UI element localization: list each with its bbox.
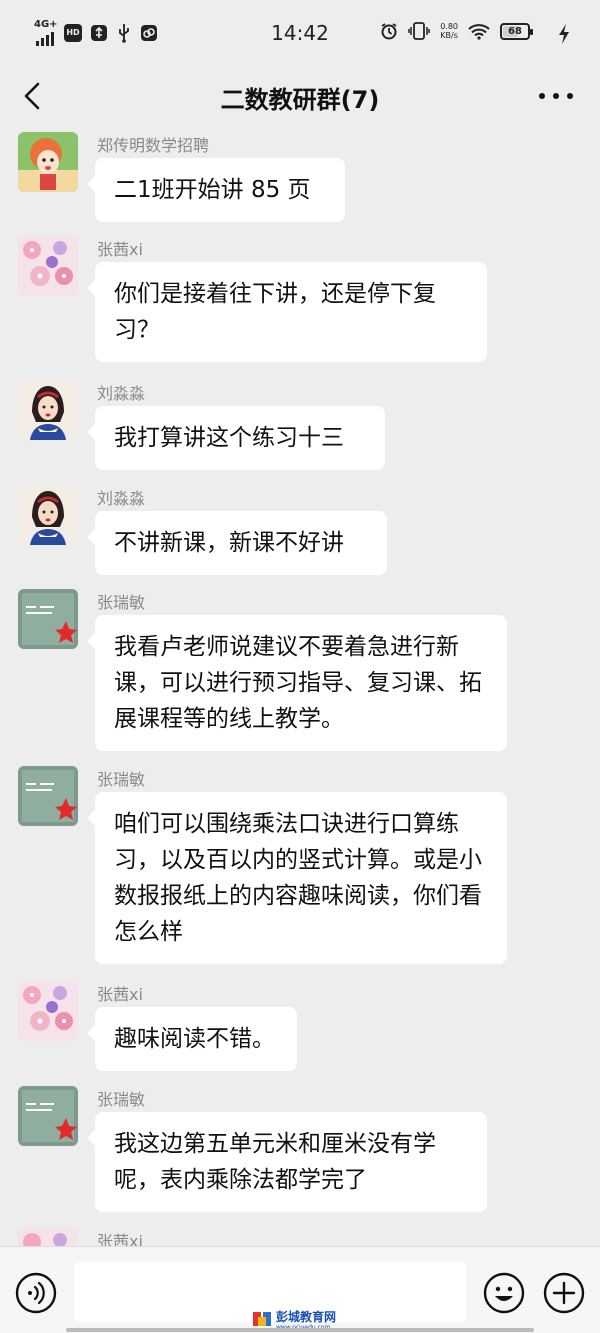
avatar-green-card[interactable] [18, 766, 78, 826]
vibrate-icon [408, 22, 430, 40]
sender-name: 张瑞敏 [97, 770, 146, 789]
message-text: 不讲新课，新课不好讲 [114, 530, 344, 556]
message-item: 张瑞敏 咱们可以围绕乘法口诀进行口算练习，以及百以内的竖式计算。或是小数报报纸上… [0, 760, 600, 970]
message-bubble[interactable]: 二1班开始讲 85 页 [87, 158, 345, 222]
sender-name: 刘淼淼 [97, 384, 146, 403]
sender-name: 张茜xi [97, 240, 143, 259]
net-speed-value: 0.80 [440, 22, 458, 31]
emoji-icon[interactable] [482, 1271, 526, 1315]
message-item: 张瑞敏 我这边第五单元米和厘米没有学呢，表内乘除法都学完了 [0, 1080, 600, 1220]
net-speed: 0.80 KB/s [440, 22, 458, 40]
message-bubble[interactable]: 不讲新课，新课不好讲 [87, 511, 387, 575]
message-text: 我这边第五单元米和厘米没有学呢，表内乘除法都学完了 [114, 1131, 436, 1193]
avatar-cartoon-girl[interactable] [18, 132, 78, 192]
avatar-pink-flowers[interactable] [18, 236, 78, 296]
status-bar: 4G+ HD 14:42 0.80 KB/s 68 [0, 0, 600, 68]
home-indicator [66, 1328, 534, 1332]
message-item: 张茜xi 你们是接着往下讲，还是停下复习？ [0, 230, 600, 362]
sender-name: 张茜xi [97, 1232, 143, 1246]
message-item: 刘淼淼 不讲新课，新课不好讲 [0, 479, 600, 579]
plus-icon[interactable] [542, 1271, 586, 1315]
alarm-icon [381, 23, 397, 40]
sender-name: 郑传明数学招聘 [97, 136, 210, 155]
message-bubble[interactable]: 我这边第五单元米和厘米没有学呢，表内乘除法都学完了 [87, 1112, 487, 1212]
message-item: 刘淼淼 我打算讲这个练习十三 [0, 374, 600, 474]
voice-icon[interactable] [14, 1271, 58, 1315]
battery-level: 68 [508, 25, 522, 37]
battery-icon: 68 [500, 22, 533, 40]
message-bubble[interactable]: 趣味阅读不错。 [87, 1007, 297, 1071]
message-item: 郑传明数学招聘 二1班开始讲 85 页 [0, 126, 600, 226]
avatar-snow-white[interactable] [18, 380, 78, 440]
sender-name: 张瑞敏 [97, 593, 146, 612]
avatar-pink-flowers[interactable] [18, 981, 78, 1041]
message-item: 张茜xi [0, 1222, 600, 1246]
avatar-green-card[interactable] [18, 1086, 78, 1146]
message-item: 张瑞敏 我看卢老师说建议不要着急进行新课，可以进行预习指导、复习课、拓展课程等的… [0, 583, 600, 753]
message-text: 二1班开始讲 85 页 [114, 177, 311, 203]
status-right: 0.80 KB/s 68 [380, 22, 533, 40]
message-text: 我看卢老师说建议不要着急进行新课，可以进行预习指导、复习课、拓展课程等的线上教学… [114, 634, 482, 732]
wifi-icon [468, 23, 490, 40]
avatar-pink-flowers[interactable] [18, 1228, 78, 1246]
message-text: 趣味阅读不错。 [114, 1026, 275, 1052]
message-text: 咱们可以围绕乘法口诀进行口算练习，以及百以内的竖式计算。或是小数报报纸上的内容趣… [114, 811, 482, 945]
avatar-snow-white[interactable] [18, 485, 78, 545]
sender-name: 张茜xi [97, 985, 143, 1004]
sender-name: 刘淼淼 [97, 489, 146, 508]
message-bubble[interactable]: 我看卢老师说建议不要着急进行新课，可以进行预习指导、复习课、拓展课程等的线上教学… [87, 615, 507, 751]
more-dots-icon[interactable] [534, 78, 578, 114]
message-bubble[interactable]: 咱们可以围绕乘法口诀进行口算练习，以及百以内的竖式计算。或是小数报报纸上的内容趣… [87, 792, 507, 964]
message-list[interactable]: 郑传明数学招聘 二1班开始讲 85 页 张茜xi 你们是接着往下讲，还是停下复习… [0, 126, 600, 1246]
sender-name: 张瑞敏 [97, 1090, 146, 1109]
watermark-text: 彭城教育网 [276, 1309, 337, 1324]
message-text: 我打算讲这个练习十三 [114, 425, 344, 451]
watermark-logo-icon [253, 1312, 271, 1326]
message-text: 你们是接着往下讲，还是停下复习？ [114, 281, 436, 343]
message-item: 张茜xi 趣味阅读不错。 [0, 975, 600, 1075]
avatar-green-card[interactable] [18, 589, 78, 649]
chat-title: 二数教研群(7) [220, 86, 380, 114]
net-speed-unit: KB/s [440, 31, 458, 40]
chat-header: 二数教研群(7) [0, 68, 600, 126]
charging-icon [559, 24, 569, 44]
message-bubble[interactable]: 你们是接着往下讲，还是停下复习？ [87, 262, 487, 362]
message-bubble[interactable]: 我打算讲这个练习十三 [87, 406, 385, 470]
